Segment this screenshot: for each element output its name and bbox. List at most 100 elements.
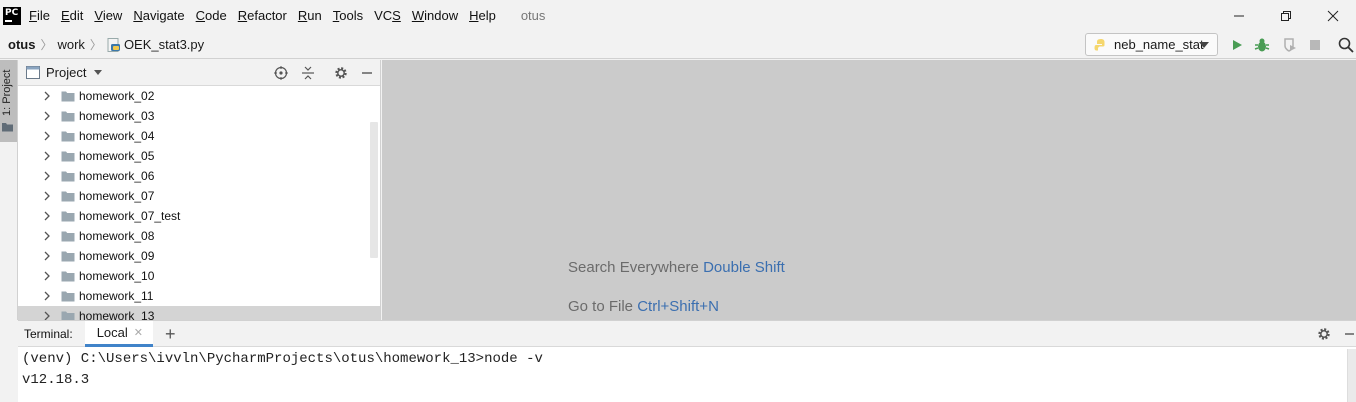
tree-item-folder[interactable]: homework_05 bbox=[18, 146, 380, 166]
close-tab-icon[interactable]: ✕ bbox=[134, 326, 143, 339]
project-tool-window-tab[interactable]: 1: Project bbox=[0, 60, 17, 142]
tree-item-folder[interactable]: homework_02 bbox=[18, 86, 380, 106]
crosshair-icon bbox=[274, 66, 288, 80]
tree-item-label: homework_06 bbox=[79, 169, 155, 183]
search-icon bbox=[1338, 37, 1354, 53]
breadcrumb-item-file[interactable]: OEK_stat3.py bbox=[124, 37, 204, 52]
run-config-label: neb_name_stat bbox=[1114, 37, 1204, 52]
chevron-right-icon[interactable] bbox=[42, 171, 52, 181]
project-tab-label: 1: Project bbox=[1, 69, 13, 116]
folder-icon bbox=[61, 91, 75, 102]
collapse-all-icon bbox=[302, 66, 314, 80]
search-everywhere-button[interactable] bbox=[1338, 37, 1354, 53]
hint-shortcut: Ctrl+Shift+N bbox=[637, 298, 719, 315]
new-terminal-tab-button[interactable]: + bbox=[165, 325, 176, 343]
tree-item-folder[interactable]: homework_10 bbox=[18, 266, 380, 286]
breadcrumb-separator-icon: 〉 bbox=[89, 38, 102, 52]
chevron-right-icon[interactable] bbox=[42, 191, 52, 201]
run-button[interactable] bbox=[1229, 37, 1245, 53]
project-panel-title[interactable]: Project bbox=[46, 65, 86, 80]
menu-window[interactable]: Window bbox=[412, 8, 458, 23]
hint-text: Go to File bbox=[568, 298, 634, 315]
breadcrumb-item-otus[interactable]: otus bbox=[8, 37, 35, 52]
run-icon bbox=[1233, 40, 1242, 50]
tree-item-folder[interactable]: homework_09 bbox=[18, 246, 380, 266]
chevron-right-icon[interactable] bbox=[42, 131, 52, 141]
menu-code[interactable]: Code bbox=[196, 8, 227, 23]
restore-button[interactable] bbox=[1262, 0, 1309, 31]
minimize-button[interactable] bbox=[1215, 0, 1262, 31]
python-file-icon bbox=[107, 37, 120, 52]
tree-item-folder[interactable]: homework_03 bbox=[18, 106, 380, 126]
locate-file-button[interactable] bbox=[273, 65, 289, 81]
menu-navigate[interactable]: Navigate bbox=[133, 8, 184, 23]
folder-icon bbox=[2, 123, 13, 132]
tree-item-label: homework_11 bbox=[79, 289, 154, 303]
tree-item-folder[interactable]: homework_07 bbox=[18, 186, 380, 206]
folder-icon bbox=[61, 271, 75, 282]
project-panel: Project homework_02 homework_03 homework… bbox=[18, 60, 381, 320]
menu-view[interactable]: View bbox=[94, 8, 122, 23]
coverage-icon bbox=[1284, 38, 1296, 52]
tree-item-folder[interactable]: homework_11 bbox=[18, 286, 380, 306]
minimize-icon bbox=[362, 72, 372, 74]
terminal-output[interactable]: (venv) C:\Users\ivvln\PycharmProjects\ot… bbox=[18, 347, 1356, 402]
run-configuration-dropdown[interactable]: neb_name_stat bbox=[1085, 33, 1218, 56]
chevron-right-icon[interactable] bbox=[42, 291, 52, 301]
terminal-title: Terminal: bbox=[24, 326, 73, 341]
tree-item-folder[interactable]: homework_13 bbox=[18, 306, 380, 320]
chevron-right-icon[interactable] bbox=[42, 311, 52, 320]
project-tree: homework_02 homework_03 homework_04 homewor… bbox=[18, 86, 380, 320]
terminal-scrollbar[interactable] bbox=[1347, 349, 1356, 402]
project-panel-header: Project bbox=[18, 60, 380, 86]
tree-item-label: homework_02 bbox=[79, 89, 155, 103]
folder-icon bbox=[61, 251, 75, 262]
hide-panel-button[interactable] bbox=[359, 65, 375, 81]
debug-button[interactable] bbox=[1254, 37, 1270, 53]
menu-file[interactable]: File bbox=[29, 8, 50, 23]
close-icon bbox=[1327, 10, 1338, 21]
collapse-all-button[interactable] bbox=[300, 65, 316, 81]
folder-icon bbox=[61, 171, 75, 182]
menu-run[interactable]: Run bbox=[298, 8, 322, 23]
chevron-down-icon bbox=[1199, 42, 1209, 48]
restore-icon bbox=[1280, 10, 1291, 21]
panel-settings-button[interactable] bbox=[333, 65, 349, 81]
tree-item-folder[interactable]: homework_07_test bbox=[18, 206, 380, 226]
chevron-right-icon[interactable] bbox=[42, 111, 52, 121]
tree-item-folder[interactable]: homework_04 bbox=[18, 126, 380, 146]
close-window-button[interactable] bbox=[1309, 0, 1356, 31]
terminal-tab-local[interactable]: Local ✕ bbox=[84, 320, 153, 347]
chevron-down-icon[interactable] bbox=[94, 70, 103, 75]
project-tree-scrollbar[interactable] bbox=[370, 122, 378, 258]
folder-icon bbox=[61, 151, 75, 162]
menu-vcs[interactable]: VCS bbox=[374, 8, 401, 23]
folder-icon bbox=[61, 291, 75, 302]
breadcrumb-item-work[interactable]: work bbox=[57, 37, 84, 52]
menu-refactor[interactable]: Refactor bbox=[238, 8, 287, 23]
run-with-coverage-button[interactable] bbox=[1281, 37, 1297, 53]
folder-icon bbox=[61, 131, 75, 142]
chevron-right-icon[interactable] bbox=[42, 151, 52, 161]
chevron-right-icon[interactable] bbox=[42, 271, 52, 281]
chevron-right-icon[interactable] bbox=[42, 231, 52, 241]
window-controls bbox=[1215, 0, 1356, 31]
navigation-bar: otus 〉 work 〉 OEK_stat3.py neb_name_stat bbox=[0, 31, 1356, 59]
tree-item-label: homework_09 bbox=[79, 249, 155, 263]
hint-search-everywhere: Search Everywhere Double Shift bbox=[568, 259, 785, 276]
chevron-right-icon[interactable] bbox=[42, 211, 52, 221]
tree-item-folder[interactable]: homework_08 bbox=[18, 226, 380, 246]
tree-item-label: homework_07 bbox=[79, 189, 155, 203]
folder-icon bbox=[61, 211, 75, 222]
stop-button[interactable] bbox=[1307, 37, 1323, 53]
menu-help[interactable]: Help bbox=[469, 8, 496, 23]
chevron-right-icon[interactable] bbox=[42, 251, 52, 261]
tree-item-folder[interactable]: homework_06 bbox=[18, 166, 380, 186]
minimize-icon[interactable] bbox=[1344, 327, 1354, 341]
chevron-right-icon[interactable] bbox=[42, 91, 52, 101]
gear-icon[interactable] bbox=[1317, 327, 1331, 341]
stop-icon bbox=[1310, 40, 1320, 50]
menu-edit[interactable]: Edit bbox=[61, 8, 83, 23]
terminal-line: (venv) C:\Users\ivvln\PycharmProjects\ot… bbox=[22, 351, 543, 367]
menu-tools[interactable]: Tools bbox=[333, 8, 363, 23]
